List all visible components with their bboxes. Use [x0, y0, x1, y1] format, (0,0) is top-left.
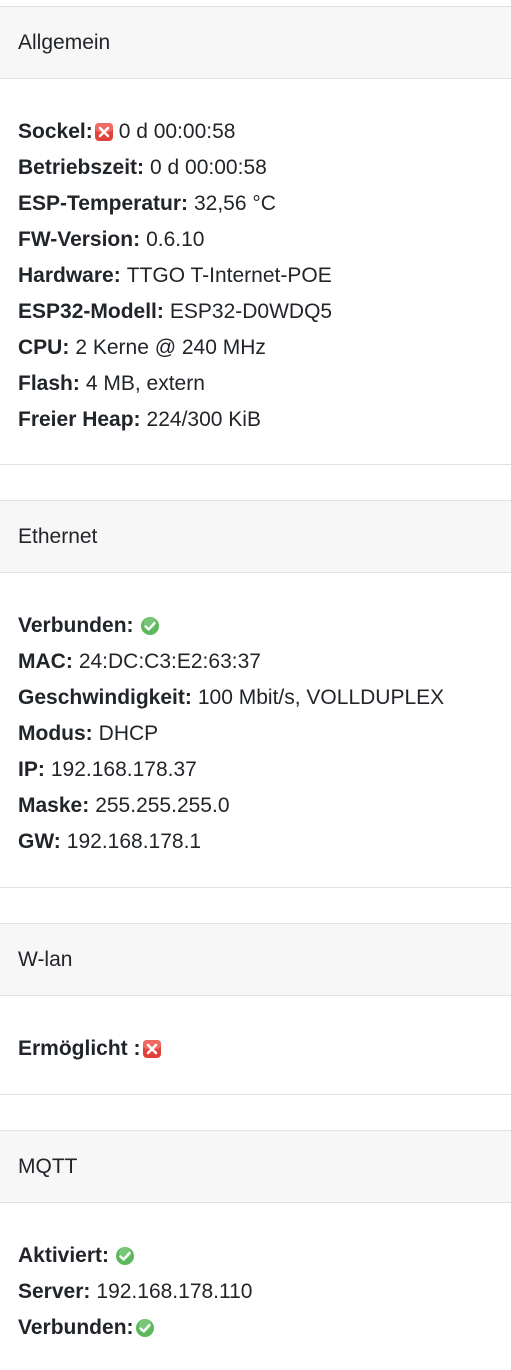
ethernet-verbunden-label: Verbunden:: [18, 614, 134, 637]
card-header-wlan: W-lan: [0, 924, 511, 996]
wlan-ermoeglicht-label: Ermöglicht :: [18, 1037, 141, 1060]
card-body-mqtt: Aktiviert: Server: 192.168.178.110 Verbu…: [0, 1203, 511, 1346]
card-body-allgemein: Sockel: 0 d 00:00:58 Betriebszeit: 0 d 0…: [0, 79, 511, 438]
mqtt-aktiviert-label: Aktiviert:: [18, 1244, 110, 1267]
betriebszeit-label: Betriebszeit:: [18, 156, 145, 179]
freier-heap-value: 224/300 KiB: [146, 408, 261, 431]
check-icon: [135, 1318, 155, 1338]
sockel-value: 0 d 00:00:58: [118, 120, 236, 143]
betriebszeit-value: 0 d 00:00:58: [150, 156, 267, 179]
row-freier-heap: Freier Heap: 224/300 KiB: [18, 402, 493, 438]
esp32-modell-label: ESP32-Modell:: [18, 300, 164, 323]
check-icon: [115, 1246, 135, 1266]
hardware-label: Hardware:: [18, 264, 121, 287]
ip-label: IP:: [18, 758, 45, 781]
sockel-label: Sockel:: [18, 120, 93, 143]
row-cpu: CPU: 2 Kerne @ 240 MHz: [18, 330, 493, 366]
error-icon: [142, 1039, 162, 1059]
check-icon: [140, 616, 160, 636]
card-wlan: W-lan Ermöglicht :: [0, 923, 511, 1095]
gw-value: 192.168.178.1: [66, 830, 202, 853]
row-fw-version: FW-Version: 0.6.10: [18, 222, 493, 258]
row-sockel: Sockel: 0 d 00:00:58: [18, 114, 493, 150]
geschwindigkeit-label: Geschwindigkeit:: [18, 686, 192, 709]
row-modus: Modus: DHCP: [18, 716, 493, 752]
card-header-allgemein: Allgemein: [0, 7, 511, 79]
ip-value: 192.168.178.37: [50, 758, 197, 781]
row-betriebszeit: Betriebszeit: 0 d 00:00:58: [18, 150, 493, 186]
card-header-ethernet: Ethernet: [0, 501, 511, 573]
row-mqtt-aktiviert: Aktiviert:: [18, 1238, 493, 1274]
mac-value: 24:DC:C3:E2:63:37: [78, 650, 261, 673]
modus-value: DHCP: [98, 722, 159, 745]
row-flash: Flash: 4 MB, extern: [18, 366, 493, 402]
mqtt-server-value: 192.168.178.110: [96, 1280, 253, 1303]
mqtt-verbunden-label: Verbunden:: [18, 1316, 134, 1339]
row-mqtt-server: Server: 192.168.178.110: [18, 1274, 493, 1310]
row-geschwindigkeit: Geschwindigkeit: 100 Mbit/s, VOLLDUPLEX: [18, 680, 493, 716]
row-ip: IP: 192.168.178.37: [18, 752, 493, 788]
card-ethernet: Ethernet Verbunden: MAC: 24:DC:C3:E2:63:…: [0, 500, 511, 888]
esp32-modell-value: ESP32-D0WDQ5: [169, 300, 333, 323]
mqtt-server-label: Server:: [18, 1280, 91, 1303]
cpu-label: CPU:: [18, 336, 70, 359]
esp-temperatur-label: ESP-Temperatur:: [18, 192, 188, 215]
row-ethernet-verbunden: Verbunden:: [18, 608, 493, 644]
row-maske: Maske: 255.255.255.0: [18, 788, 493, 824]
row-esp32-modell: ESP32-Modell: ESP32-D0WDQ5: [18, 294, 493, 330]
mac-label: MAC:: [18, 650, 73, 673]
esp-temperatur-value: 32,56 °C: [193, 192, 276, 215]
maske-label: Maske:: [18, 794, 90, 817]
maske-value: 255.255.255.0: [95, 794, 230, 817]
row-gw: GW: 192.168.178.1: [18, 824, 493, 860]
fw-version-value: 0.6.10: [146, 228, 205, 251]
geschwindigkeit-value: 100 Mbit/s, VOLLDUPLEX: [197, 686, 445, 709]
fw-version-label: FW-Version:: [18, 228, 141, 251]
row-esp-temperatur: ESP-Temperatur: 32,56 °C: [18, 186, 493, 222]
card-allgemein: Allgemein Sockel: 0 d 00:00:58 Betriebsz…: [0, 6, 511, 465]
modus-label: Modus:: [18, 722, 93, 745]
hardware-value: TTGO T-Internet-POE: [126, 264, 332, 287]
row-hardware: Hardware: TTGO T-Internet-POE: [18, 258, 493, 294]
gw-label: GW:: [18, 830, 61, 853]
error-icon: [94, 122, 114, 142]
cpu-value: 2 Kerne @ 240 MHz: [75, 336, 266, 359]
row-mqtt-verbunden: Verbunden:: [18, 1310, 493, 1346]
card-body-ethernet: Verbunden: MAC: 24:DC:C3:E2:63:37 Geschw…: [0, 573, 511, 860]
row-mac: MAC: 24:DC:C3:E2:63:37: [18, 644, 493, 680]
flash-value: 4 MB, extern: [85, 372, 205, 395]
row-wlan-ermoeglicht: Ermöglicht :: [18, 1031, 493, 1067]
card-header-mqtt: MQTT: [0, 1131, 511, 1203]
flash-label: Flash:: [18, 372, 80, 395]
card-mqtt: MQTT Aktiviert: Server: 192.168.178.110 …: [0, 1130, 511, 1370]
freier-heap-label: Freier Heap:: [18, 408, 141, 431]
card-body-wlan: Ermöglicht :: [0, 996, 511, 1067]
